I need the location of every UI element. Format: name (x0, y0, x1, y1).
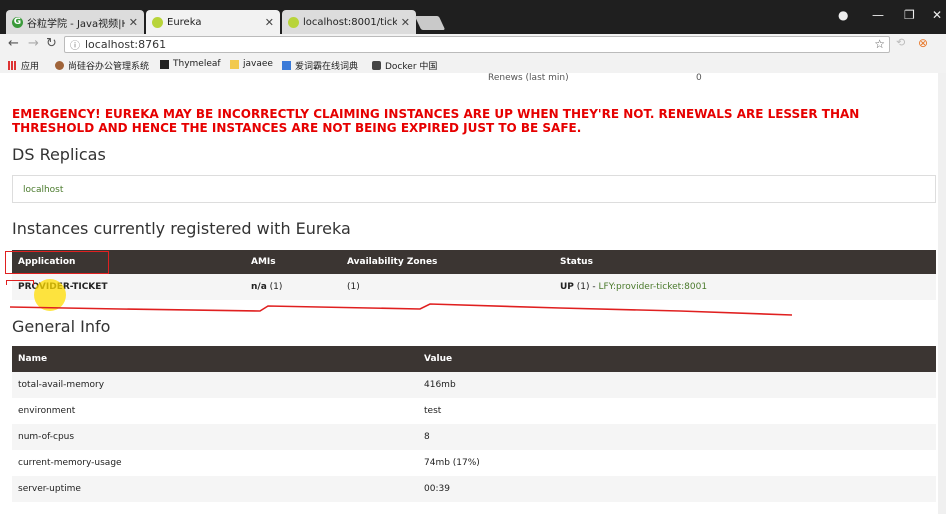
bookmark-star-icon[interactable]: ☆ (874, 37, 885, 51)
address-bar[interactable]: ⓘ localhost:8761 ☆ (64, 36, 890, 53)
browser-toolbar: ← → ↻ ⓘ localhost:8761 ☆ ⟲ ⊗ (0, 34, 946, 56)
page-info-icon[interactable]: ⓘ (70, 37, 80, 52)
tab-title: 谷粒学院 - Java视频|HTML (27, 18, 125, 30)
back-arrow-icon[interactable]: ← (8, 36, 19, 51)
close-window-icon[interactable]: ✕ (932, 8, 942, 22)
extension-icon[interactable]: ⟲ (896, 36, 905, 49)
leaf-icon (152, 16, 163, 28)
grain-logo-icon: G (12, 16, 23, 28)
bookmark-thymeleaf[interactable]: Thymeleaf (160, 59, 221, 69)
bookmark-iciba[interactable]: 爱词霸在线词典 (282, 59, 358, 72)
tab-title: localhost:8001/ticket (303, 16, 397, 28)
bookmark-javaee[interactable]: javaee (230, 59, 273, 69)
annotation-underline (9, 303, 793, 316)
extension-icon[interactable]: ⊗ (918, 36, 928, 50)
minimize-icon[interactable]: — (872, 8, 884, 22)
new-tab-button[interactable] (414, 16, 446, 30)
close-tab-icon[interactable]: ✕ (129, 16, 138, 29)
tab-eureka[interactable]: Eureka ✕ (146, 10, 280, 34)
close-tab-icon[interactable]: ✕ (401, 16, 410, 29)
address-text: localhost:8761 (85, 38, 167, 51)
bookmark-label: Docker 中国 (385, 62, 438, 72)
bookmark-docker[interactable]: Docker 中国 (372, 59, 437, 72)
leaf-icon (288, 16, 299, 28)
folder-icon (230, 59, 239, 69)
bookmark-label: javaee (243, 59, 273, 69)
tab-strip: G 谷粒学院 - Java视频|HTML ✕ Eureka ✕ localhos… (0, 0, 946, 34)
bookmarks-bar: 应用 尚硅谷办公管理系统 Thymeleaf javaee 爱词霸在线词典 Do… (0, 56, 946, 74)
bookmark-label: 尚硅谷办公管理系统 (68, 62, 150, 72)
apps-grid-icon (8, 61, 17, 70)
tab-title: Eureka (167, 16, 202, 28)
docker-icon (372, 61, 381, 70)
reload-icon[interactable]: ↻ (46, 36, 57, 51)
bookmark-label: Thymeleaf (173, 59, 221, 69)
bookmark-label: 应用 (21, 62, 40, 72)
site-icon (55, 61, 64, 70)
eureka-page: Renews (last min) 0 EMERGENCY! EUREKA MA… (0, 73, 946, 514)
scrollbar[interactable] (938, 73, 946, 514)
bookmark-office[interactable]: 尚硅谷办公管理系统 (55, 59, 149, 72)
tab-ticket[interactable]: localhost:8001/ticket ✕ (282, 10, 416, 34)
bookmark-apps[interactable]: 应用 (8, 59, 39, 72)
thymeleaf-icon (160, 59, 169, 69)
close-tab-icon[interactable]: ✕ (265, 16, 274, 29)
tab-guli[interactable]: G 谷粒学院 - Java视频|HTML ✕ (6, 10, 144, 34)
dictionary-icon (282, 61, 291, 70)
forward-arrow-icon[interactable]: → (28, 36, 39, 51)
bookmark-label: 爱词霸在线词典 (295, 62, 359, 72)
profile-icon[interactable]: ● (838, 8, 848, 22)
restore-icon[interactable]: ❐ (904, 8, 915, 22)
